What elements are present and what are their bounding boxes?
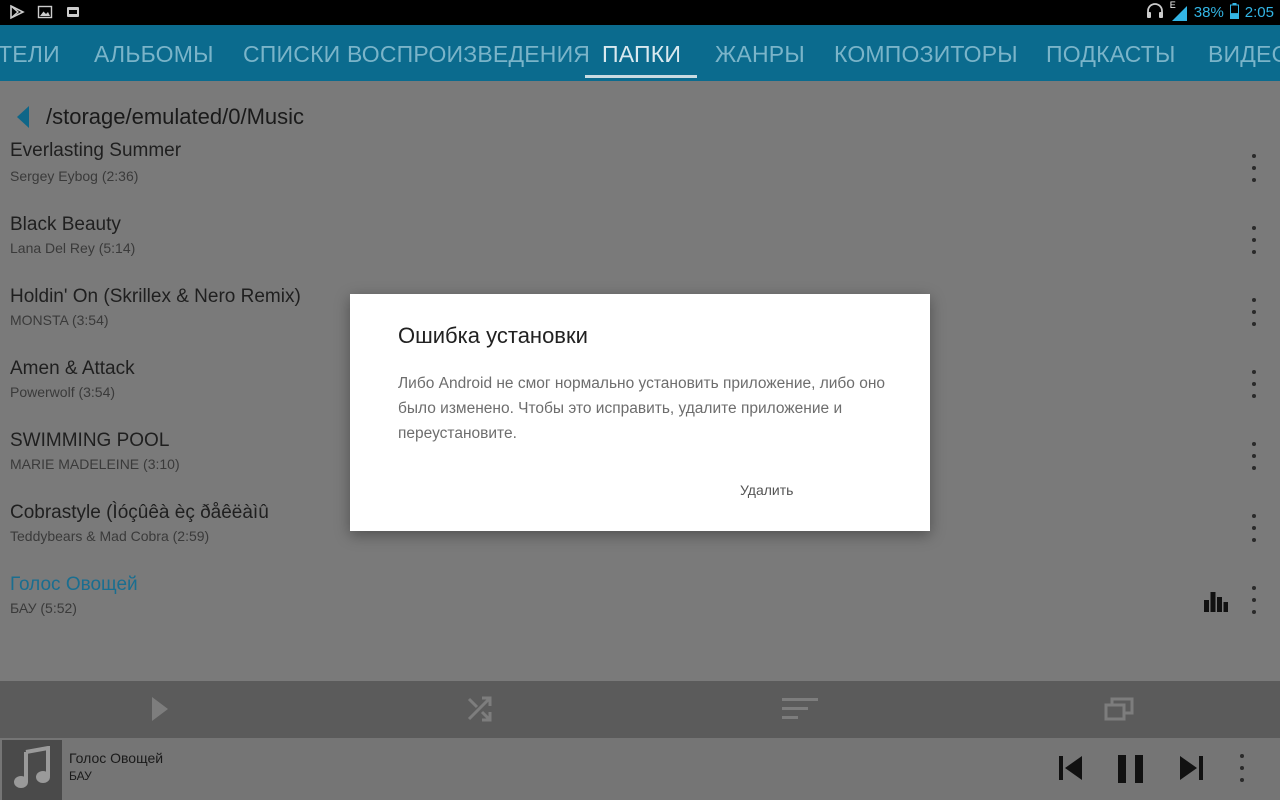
dialog-title: Ошибка установки <box>398 323 588 348</box>
now-playing-title: Голос Овощей <box>69 750 164 766</box>
track-subtitle: Lana Del Rey (5:14) <box>10 240 136 256</box>
play-icon[interactable] <box>150 695 170 728</box>
more-options-icon[interactable] <box>1246 442 1262 470</box>
more-options-icon[interactable] <box>1246 586 1262 614</box>
battery-icon <box>1229 2 1239 23</box>
uninstall-button[interactable]: Удалить <box>740 482 793 498</box>
tab-podcasts[interactable]: ПОДКАСТЫ <box>1046 25 1176 81</box>
list-item[interactable]: Everlasting Summer Sergey Eybog (2:36) <box>0 140 1280 212</box>
tab-albums[interactable]: АЛЬБОМЫ <box>94 25 214 81</box>
install-error-dialog: Ошибка установки Либо Android не смог но… <box>350 294 930 531</box>
tab-genres[interactable]: ЖАНРЫ <box>715 25 805 81</box>
more-options-icon[interactable] <box>1246 514 1262 542</box>
more-options-icon[interactable] <box>1246 226 1262 254</box>
tab-playlists[interactable]: СПИСКИ ВОСПРОИЗВЕДЕНИЯ <box>243 25 590 81</box>
notification-icons <box>8 3 82 21</box>
tab-folders[interactable]: ПАПКИ <box>602 25 681 81</box>
player-more-options-icon[interactable] <box>1234 754 1250 782</box>
sd-card-icon <box>64 3 82 21</box>
tab-composers[interactable]: КОМПОЗИТОРЫ <box>834 25 1018 81</box>
more-options-icon[interactable] <box>1246 370 1262 398</box>
system-indicators: E 38% 2:05 <box>1146 0 1274 23</box>
active-tab-indicator <box>585 75 697 78</box>
now-playing-artist: БАУ <box>69 769 92 783</box>
track-title: Everlasting Summer <box>10 140 182 161</box>
list-item[interactable]: Black Beauty Lana Del Rey (5:14) <box>0 212 1280 284</box>
tab-performers[interactable]: ТЕЛИ <box>0 25 60 81</box>
track-subtitle: MONSTA (3:54) <box>10 312 109 328</box>
status-bar: E 38% 2:05 <box>0 0 1280 25</box>
equalizer-icon <box>1204 590 1228 617</box>
track-subtitle: MARIE MADELEINE (3:10) <box>10 456 180 472</box>
clock: 2:05 <box>1244 4 1274 21</box>
track-subtitle: Powerwolf (3:54) <box>10 384 116 400</box>
track-subtitle: Teddybears & Mad Cobra (2:59) <box>10 528 210 544</box>
track-title: Amen & Attack <box>10 358 135 379</box>
network-type: E <box>1169 0 1176 10</box>
folder-path: /storage/emulated/0/Music <box>46 104 305 129</box>
battery-percent: 38% <box>1193 4 1224 21</box>
track-title: Голос Овощей <box>10 574 138 595</box>
track-title: Black Beauty <box>10 214 121 235</box>
album-art[interactable] <box>2 740 62 800</box>
playback-actions-bar <box>0 681 1280 738</box>
previous-track-icon[interactable] <box>1058 754 1084 787</box>
next-track-icon[interactable] <box>1178 754 1204 787</box>
back-arrow-icon[interactable] <box>16 105 30 134</box>
pause-icon[interactable] <box>1117 754 1145 789</box>
list-item-now-playing[interactable]: Голос Овощей БАУ (5:52) <box>0 572 1280 644</box>
more-options-icon[interactable] <box>1246 154 1262 182</box>
dialog-message: Либо Android не смог нормально установит… <box>398 375 886 442</box>
play-store-icon <box>8 3 26 21</box>
headphones-icon <box>1146 2 1164 23</box>
image-icon <box>36 3 54 21</box>
shuffle-icon[interactable] <box>466 695 494 728</box>
sort-icon[interactable] <box>782 695 818 728</box>
track-subtitle: БАУ (5:52) <box>10 600 77 616</box>
library-tab-bar: ТЕЛИ АЛЬБОМЫ СПИСКИ ВОСПРОИЗВЕДЕНИЯ ПАПК… <box>0 25 1280 81</box>
track-subtitle: Sergey Eybog (2:36) <box>10 168 139 184</box>
music-note-icon <box>12 745 52 795</box>
track-title: Holdin' On (Skrillex & Nero Remix) <box>10 286 301 307</box>
queue-icon[interactable] <box>1104 695 1136 728</box>
track-title: Cobrastyle (Ìóçûêà èç ðåêëàìû <box>10 502 269 523</box>
track-title: SWIMMING POOL <box>10 430 170 451</box>
tab-video[interactable]: ВИДЕО <box>1208 25 1280 81</box>
more-options-icon[interactable] <box>1246 298 1262 326</box>
signal-icon: E <box>1170 0 1188 22</box>
now-playing-bar[interactable]: Голос Овощей БАУ <box>0 738 1280 800</box>
